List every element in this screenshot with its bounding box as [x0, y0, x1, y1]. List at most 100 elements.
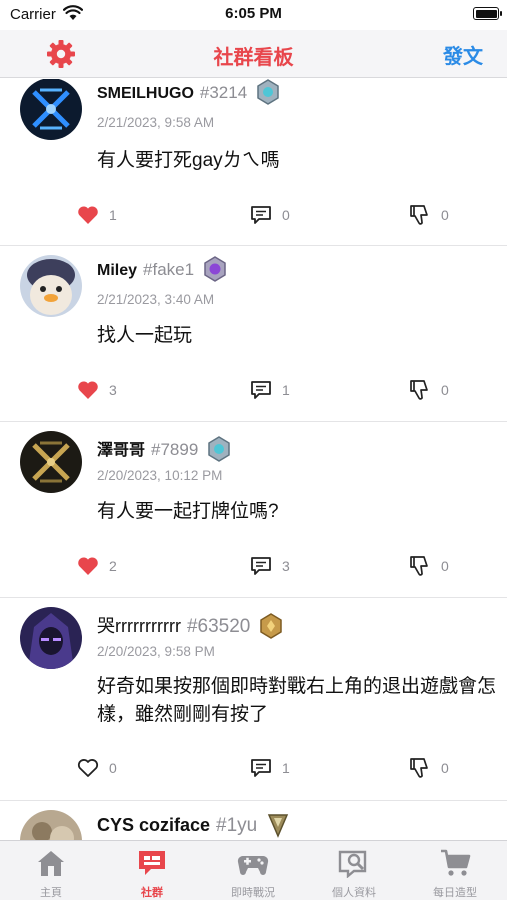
- username[interactable]: 哭rrrrrrrrrrr: [97, 616, 181, 636]
- post-header: 澤哥哥 #7899: [97, 435, 232, 462]
- post-feed[interactable]: SMEILHUGO #3214 2/21/2023, 9:58 AM 有人要打死g…: [0, 79, 507, 840]
- dislike-button[interactable]: 0: [408, 753, 449, 783]
- dislike-count: 0: [441, 382, 449, 398]
- heart-filled-icon: [78, 557, 98, 575]
- avatar[interactable]: [20, 431, 82, 493]
- post-actions: 1 0 0: [0, 200, 507, 230]
- heart-outline-icon: [77, 759, 99, 777]
- like-count: 3: [109, 382, 117, 398]
- rank-badge-icon: [255, 79, 281, 105]
- post-timestamp: 2/21/2023, 9:58 AM: [97, 115, 215, 130]
- home-icon: [38, 851, 64, 876]
- profile-icon: [338, 850, 367, 878]
- user-tag: #3214: [199, 83, 248, 103]
- comment-button[interactable]: 0: [249, 200, 290, 230]
- thumbs-down-icon: [410, 556, 428, 576]
- community-icon: [139, 851, 165, 875]
- avatar[interactable]: [20, 79, 82, 140]
- user-tag: #1yu: [216, 815, 258, 836]
- tab-label: 社群: [141, 887, 163, 899]
- post-card: Miley #fake1 2/21/2023, 3:40 AM 找人一起玩 3 1…: [0, 246, 507, 422]
- post-header: SMEILHUGO #3214: [97, 79, 281, 105]
- username[interactable]: Miley: [97, 262, 137, 279]
- post-actions: 3 1 0: [0, 375, 507, 405]
- post-timestamp: 2/21/2023, 3:40 AM: [97, 292, 215, 307]
- comment-count: 1: [282, 760, 290, 776]
- username[interactable]: SMEILHUGO: [97, 85, 194, 102]
- tab-daily-skin[interactable]: 每日造型: [405, 841, 505, 900]
- comment-count: 3: [282, 558, 290, 574]
- comment-icon: [251, 381, 271, 399]
- battery-icon: [473, 7, 502, 20]
- thumbs-down-icon: [410, 758, 428, 778]
- rank-badge-icon: [258, 612, 284, 639]
- avatar[interactable]: [20, 810, 82, 840]
- comment-icon: [251, 557, 271, 575]
- post-card: 哭rrrrrrrrrrr #63520 2/20/2023, 9:58 PM 好奇…: [0, 598, 507, 801]
- comment-count: 0: [282, 207, 290, 223]
- like-count: 0: [109, 760, 117, 776]
- user-tag: #7899: [151, 440, 199, 459]
- like-button[interactable]: 0: [76, 753, 117, 783]
- tab-label: 即時戰況: [231, 887, 275, 899]
- tab-profile[interactable]: 個人資料: [304, 841, 404, 900]
- page-title: 社群看板: [213, 47, 294, 69]
- tab-live-battle[interactable]: 即時戰況: [203, 841, 303, 900]
- post-content: 找人一起玩: [97, 325, 193, 346]
- post-card: CYS coziface #1yu: [0, 801, 507, 840]
- tab-bar: 主頁 社群 即時戰況 個人資料 每日造型: [0, 840, 507, 900]
- post-header: 哭rrrrrrrrrrr #63520: [97, 612, 284, 639]
- tab-label: 每日造型: [433, 887, 477, 899]
- username[interactable]: CYS coziface: [97, 815, 210, 835]
- dislike-button[interactable]: 0: [408, 551, 449, 581]
- post-header: Miley #fake1: [97, 256, 228, 282]
- post-content: 好奇如果按那個即時對戰右上角的退出遊戲會怎樣，雖然剛剛有按了: [97, 676, 497, 725]
- rank-badge-icon: [265, 812, 291, 838]
- heart-filled-icon: [78, 206, 98, 224]
- post-button[interactable]: 發文: [443, 40, 483, 69]
- post-card: SMEILHUGO #3214 2/21/2023, 9:58 AM 有人要打死g…: [0, 79, 507, 246]
- status-bar: Carrier 6:05 PM: [0, 0, 507, 30]
- thumbs-down-icon: [410, 205, 428, 225]
- comment-count: 1: [282, 382, 290, 398]
- like-count: 1: [109, 207, 117, 223]
- post-actions: 0 1 0: [0, 753, 507, 783]
- post-content: 有人要打死gayㄌㄟ嗎: [97, 150, 280, 171]
- tab-home[interactable]: 主頁: [1, 841, 101, 900]
- username[interactable]: 澤哥哥: [97, 442, 145, 459]
- comment-icon: [251, 759, 271, 777]
- heart-filled-icon: [78, 381, 98, 399]
- comment-icon: [251, 206, 271, 224]
- user-tag: #fake1: [143, 260, 195, 280]
- like-count: 2: [109, 558, 117, 574]
- tab-label: 個人資料: [332, 887, 376, 899]
- dislike-button[interactable]: 0: [408, 200, 449, 230]
- post-content: 有人要一起打牌位嗎?: [97, 501, 279, 522]
- tab-label: 主頁: [40, 887, 62, 899]
- dislike-count: 0: [441, 760, 449, 776]
- avatar[interactable]: [20, 255, 82, 317]
- post-card: 澤哥哥 #7899 2/20/2023, 10:12 PM 有人要一起打牌位嗎? …: [0, 422, 507, 598]
- clock-time: 6:05 PM: [225, 5, 282, 22]
- like-button[interactable]: 1: [76, 200, 117, 230]
- tab-community[interactable]: 社群: [102, 841, 202, 900]
- post-timestamp: 2/20/2023, 10:12 PM: [97, 468, 223, 483]
- comment-button[interactable]: 1: [249, 375, 290, 405]
- avatar[interactable]: [20, 607, 82, 669]
- dislike-count: 0: [441, 558, 449, 574]
- navigation-bar: 社群看板 發文: [0, 30, 507, 78]
- post-header: CYS coziface #1yu: [97, 812, 291, 838]
- dislike-button[interactable]: 0: [408, 375, 449, 405]
- cart-icon: [441, 849, 471, 876]
- like-button[interactable]: 2: [76, 551, 117, 581]
- comment-button[interactable]: 1: [249, 753, 290, 783]
- post-timestamp: 2/20/2023, 9:58 PM: [97, 644, 215, 659]
- comment-button[interactable]: 3: [249, 551, 290, 581]
- gamepad-icon: [237, 855, 269, 875]
- rank-badge-icon: [206, 435, 232, 462]
- thumbs-down-icon: [410, 380, 428, 400]
- post-actions: 2 3 0: [0, 551, 507, 581]
- user-tag: #63520: [186, 616, 251, 637]
- like-button[interactable]: 3: [76, 375, 117, 405]
- rank-badge-icon: [202, 256, 228, 282]
